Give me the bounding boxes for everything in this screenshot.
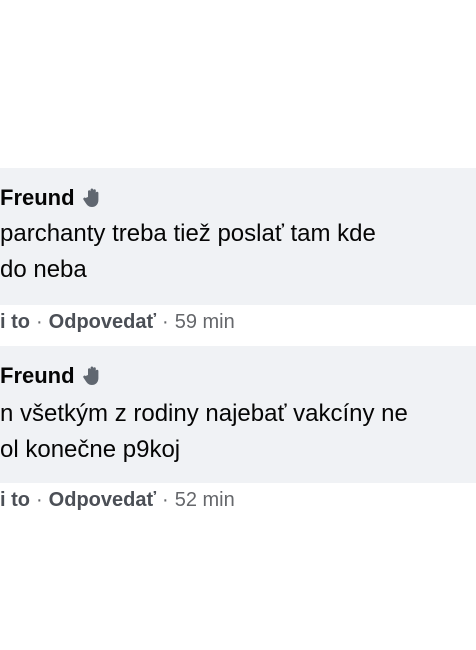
comment-timestamp[interactable]: 59 min [175, 311, 235, 334]
like-link[interactable]: i to [0, 311, 30, 334]
reply-link[interactable]: Odpovedať [49, 311, 156, 334]
comment-author-name[interactable]: Freund [0, 185, 75, 211]
comment-text-line: n všetkým z rodiny najebať vakcíny ne [0, 400, 408, 427]
comment-author-name[interactable]: Freund [0, 363, 75, 389]
comment-actions: i to · Odpovedať · 52 min [0, 489, 235, 512]
comment-author-row: Freund [0, 363, 105, 389]
separator-dot: · [162, 489, 169, 511]
separator-dot: · [36, 311, 43, 333]
comment-actions: i to · Odpovedať · 59 min [0, 311, 235, 334]
comment-bubble: Freund n všetkým z rodiny najebať vakcín… [0, 346, 476, 483]
comments-thread: Freund parchanty treba tiež poslať tam k… [0, 0, 476, 650]
hand-icon [82, 188, 98, 207]
comment-text-line: parchanty treba tiež poslať tam kde [0, 220, 376, 247]
comment-bubble: Freund parchanty treba tiež poslať tam k… [0, 168, 476, 305]
comment-text-line: do neba [0, 256, 87, 283]
comment-text-line: ol konečne p9koj [0, 436, 181, 463]
like-link[interactable]: i to [0, 489, 30, 512]
reply-link[interactable]: Odpovedať [49, 489, 156, 512]
hand-icon [82, 366, 98, 385]
separator-dot: · [162, 311, 169, 333]
separator-dot: · [36, 489, 43, 511]
comment-timestamp[interactable]: 52 min [175, 489, 235, 512]
comment-author-row: Freund [0, 185, 105, 211]
